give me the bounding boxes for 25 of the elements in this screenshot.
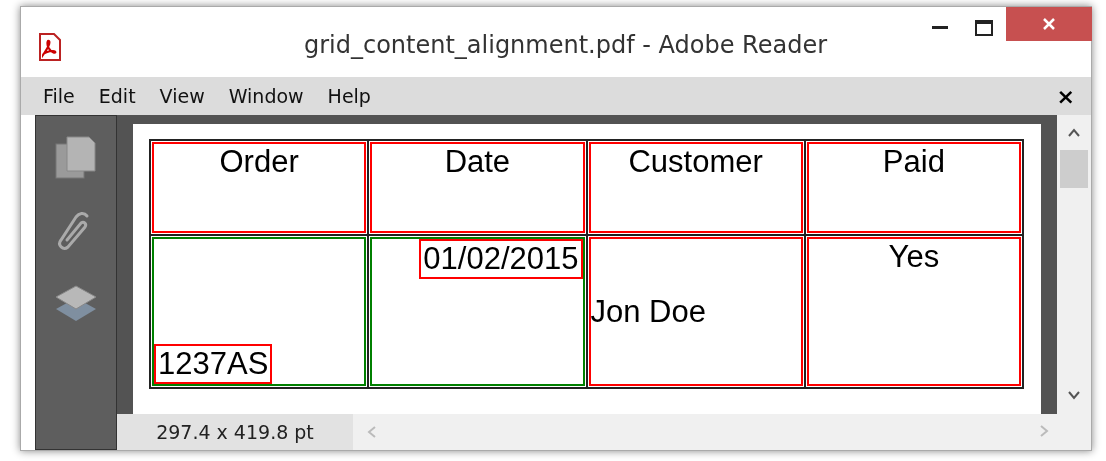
vertical-scrollbar[interactable] bbox=[1057, 115, 1091, 414]
window-title: grid_content_alignment.pdf - Adobe Reader bbox=[302, 31, 829, 59]
column-header: Paid bbox=[882, 144, 945, 180]
scroll-thumb[interactable] bbox=[1060, 150, 1088, 188]
cell-text: 01/02/2015 bbox=[419, 239, 583, 279]
column-header: Order bbox=[219, 144, 299, 180]
cell-text: Jon Doe bbox=[590, 293, 706, 330]
pages-icon[interactable] bbox=[55, 136, 97, 180]
close-document-button[interactable]: × bbox=[1050, 83, 1081, 109]
cell-text: 1237AS bbox=[154, 344, 273, 384]
menu-item[interactable]: Window bbox=[216, 85, 316, 107]
menu-item[interactable]: Help bbox=[315, 85, 383, 107]
maximize-icon[interactable] bbox=[975, 20, 993, 36]
menu-item[interactable]: View bbox=[147, 85, 217, 107]
close-button[interactable] bbox=[1006, 7, 1092, 41]
page-size-label: 297.4 x 419.8 pt bbox=[117, 414, 353, 450]
minimize-icon[interactable] bbox=[932, 26, 948, 30]
column-header: Date bbox=[444, 144, 511, 180]
cell-text: Yes bbox=[888, 239, 940, 275]
layers-icon[interactable] bbox=[54, 284, 98, 324]
close-icon bbox=[1042, 17, 1056, 31]
menu-item[interactable]: Edit bbox=[86, 85, 148, 107]
pdf-icon bbox=[37, 33, 63, 61]
column-header: Customer bbox=[628, 144, 763, 180]
menu-item[interactable]: File bbox=[31, 85, 87, 107]
